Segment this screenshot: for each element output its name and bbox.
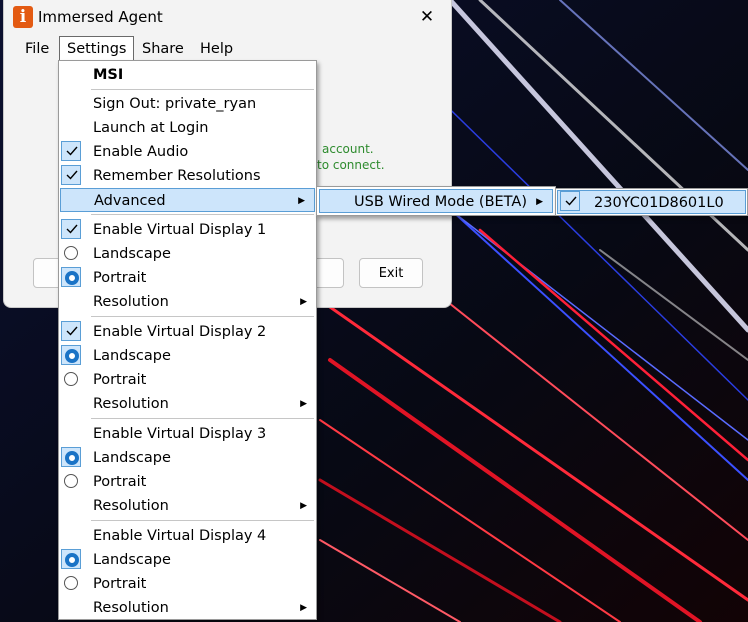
submenu-arrow-icon: ▶: [300, 297, 307, 307]
menu-item-usb-device[interactable]: 230YC01D8601L0: [557, 190, 746, 214]
window-title: Immersed Agent: [38, 8, 163, 26]
menu-file[interactable]: File: [18, 37, 56, 61]
info-text-line2: to connect.: [317, 158, 385, 172]
menu-item-display-1-resolution[interactable]: Resolution ▶: [59, 290, 316, 314]
checkmark-icon: [61, 219, 81, 239]
radio-icon: [64, 474, 78, 488]
menu-item-enable-virtual-display-4[interactable]: Enable Virtual Display 4: [59, 524, 316, 548]
info-text-line1: account.: [322, 142, 374, 156]
menu-item-display-1-portrait[interactable]: Portrait: [59, 266, 316, 290]
menu-item-display-2-landscape[interactable]: Landscape: [59, 344, 316, 368]
menu-item-enable-audio[interactable]: Enable Audio: [59, 140, 316, 164]
checkmark-icon: [61, 141, 81, 161]
menu-help[interactable]: Help: [193, 37, 240, 61]
menu-item-display-4-portrait[interactable]: Portrait: [59, 572, 316, 596]
menu-item-usb-wired-mode[interactable]: USB Wired Mode (BETA) ▶: [319, 189, 553, 213]
menu-item-enable-virtual-display-2[interactable]: Enable Virtual Display 2: [59, 320, 316, 344]
submenu-arrow-icon: ▶: [536, 197, 543, 207]
menu-header-msi: MSI: [93, 67, 124, 83]
advanced-submenu: USB Wired Mode (BETA) ▶: [316, 186, 556, 216]
menu-item-enable-virtual-display-1[interactable]: Enable Virtual Display 1: [59, 218, 316, 242]
exit-button[interactable]: Exit: [359, 258, 423, 288]
menu-item-display-4-resolution[interactable]: Resolution ▶: [59, 596, 316, 620]
checkmark-icon: [61, 321, 81, 341]
menu-item-advanced[interactable]: Advanced ▶: [60, 188, 315, 212]
checkmark-icon: [61, 165, 81, 185]
menu-item-display-2-portrait[interactable]: Portrait: [59, 368, 316, 392]
usb-device-submenu: 230YC01D8601L0: [555, 188, 748, 216]
radio-icon: [64, 246, 78, 260]
radio-selected-icon: [65, 349, 79, 363]
menu-item-sign-out[interactable]: Sign Out: private_ryan: [59, 92, 316, 116]
radio-icon: [64, 372, 78, 386]
menu-bar: File Settings Share Help: [4, 36, 451, 62]
menu-item-display-3-resolution[interactable]: Resolution ▶: [59, 494, 316, 518]
menu-item-display-3-portrait[interactable]: Portrait: [59, 470, 316, 494]
radio-selected-icon: [65, 451, 79, 465]
submenu-arrow-icon: ▶: [300, 603, 307, 613]
submenu-arrow-icon: ▶: [300, 399, 307, 409]
title-bar: i Immersed Agent ✕: [4, 0, 451, 34]
settings-menu: MSI Sign Out: private_ryan Launch at Log…: [58, 60, 317, 620]
close-icon[interactable]: ✕: [413, 3, 441, 31]
submenu-arrow-icon: ▶: [300, 501, 307, 511]
submenu-arrow-icon: ▶: [298, 196, 305, 206]
radio-selected-icon: [65, 553, 79, 567]
menu-item-display-1-landscape[interactable]: Landscape: [59, 242, 316, 266]
radio-selected-icon: [65, 271, 79, 285]
checkmark-icon: [560, 191, 580, 211]
app-icon: i: [13, 6, 33, 28]
menu-item-display-2-resolution[interactable]: Resolution ▶: [59, 392, 316, 416]
menu-settings[interactable]: Settings: [59, 36, 135, 62]
menu-item-launch-at-login[interactable]: Launch at Login: [59, 116, 316, 140]
menu-item-remember-resolutions[interactable]: Remember Resolutions: [59, 164, 316, 188]
menu-share[interactable]: Share: [135, 37, 191, 61]
radio-icon: [64, 576, 78, 590]
menu-item-display-3-landscape[interactable]: Landscape: [59, 446, 316, 470]
menu-item-display-4-landscape[interactable]: Landscape: [59, 548, 316, 572]
menu-item-enable-virtual-display-3[interactable]: Enable Virtual Display 3: [59, 422, 316, 446]
